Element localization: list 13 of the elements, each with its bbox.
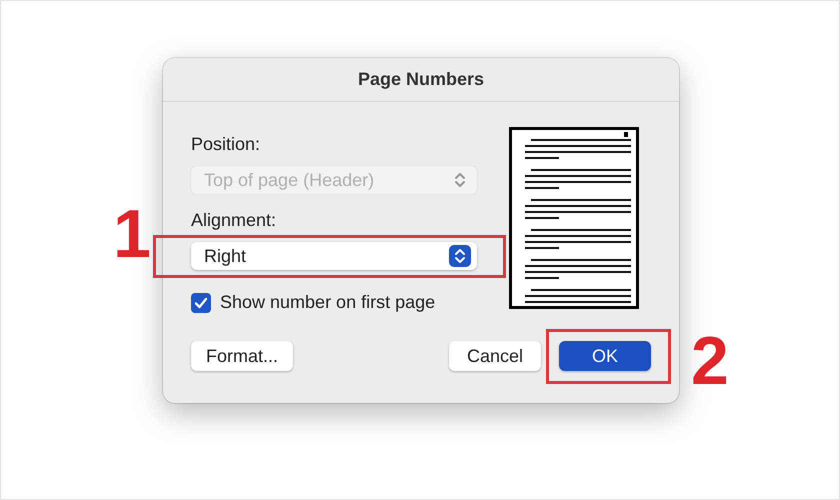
field-label: Alignment: xyxy=(191,209,278,232)
dialog-button[interactable]: Format... xyxy=(191,341,294,371)
dialog-title: Page Numbers xyxy=(358,69,484,90)
dialog-button[interactable]: Cancel xyxy=(449,341,541,371)
ok-button[interactable]: OK xyxy=(559,341,651,371)
field-label: Position: xyxy=(191,133,262,156)
step-number: 1 xyxy=(113,204,151,264)
step-number: 2 xyxy=(691,331,729,391)
stepper-icon xyxy=(449,245,471,267)
checkbox[interactable] xyxy=(191,292,211,312)
checkbox-label: Show number on first page xyxy=(220,292,436,313)
dropdown[interactable]: Right xyxy=(191,242,477,270)
checkmark-icon xyxy=(194,296,208,310)
